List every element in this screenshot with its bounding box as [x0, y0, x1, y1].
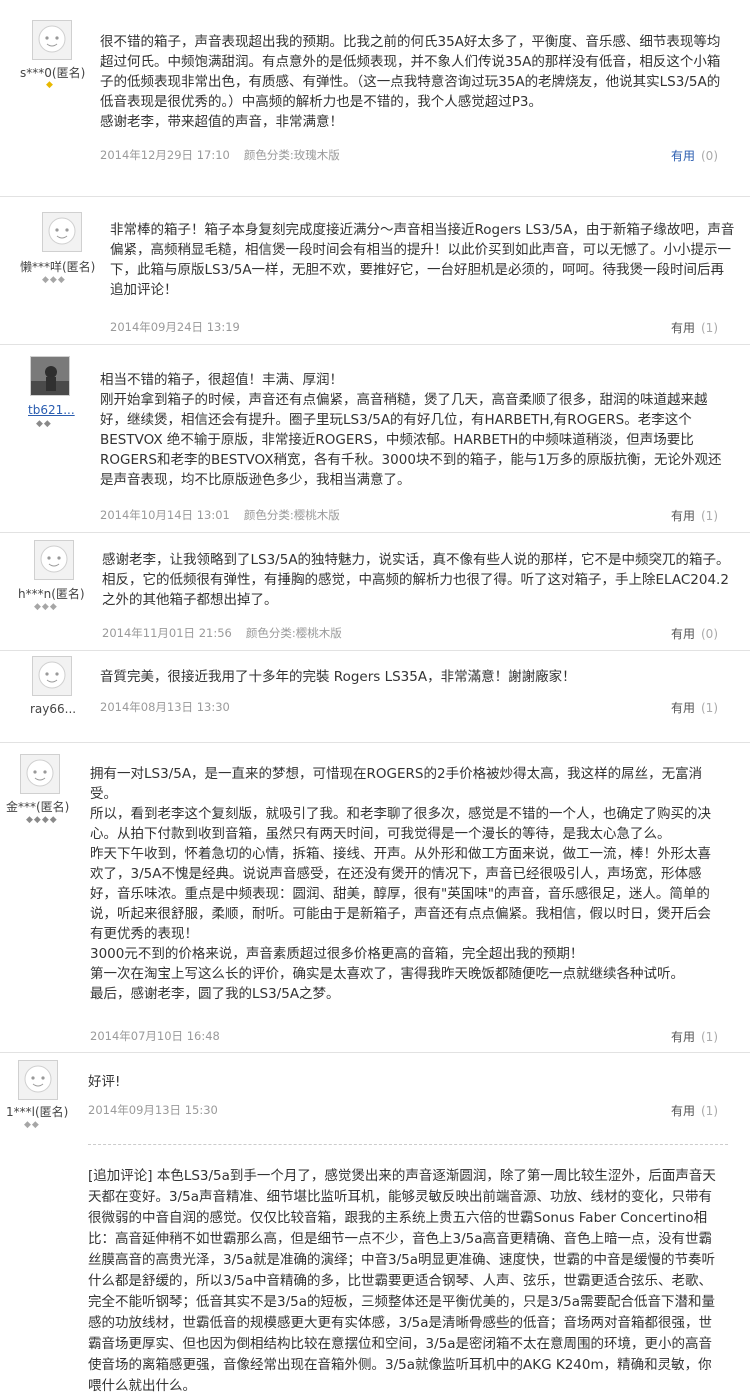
followup-text: [追加评论] 本色LS3/5a到手一个月了，感觉煲出来的声音逐渐圆润，除了第一周…	[88, 1168, 716, 1394]
default-avatar-icon	[24, 1065, 52, 1093]
review-paragraph: 非常棒的箱子！箱子本身复刻完成度接近满分～声音相当接近Rogers LS3/5A…	[110, 222, 735, 298]
username[interactable]: tb621...	[28, 403, 75, 417]
review-meta: 2014年08月13日 13:30	[100, 699, 230, 715]
review-text: 好评!	[88, 1072, 718, 1092]
user-photo-icon	[31, 357, 69, 395]
user-avatar[interactable]	[32, 20, 72, 60]
review-date: 2014年11月01日 21:56	[102, 626, 232, 640]
buyer-level-badge: ◆◆	[24, 1120, 40, 1130]
username[interactable]: h***n(匿名)	[18, 585, 85, 602]
default-avatar-icon	[48, 217, 76, 245]
user-avatar[interactable]	[20, 754, 60, 794]
review-paragraph: 好评!	[88, 1074, 121, 1090]
buyer-level-badge: ◆◆◆	[42, 275, 66, 285]
useful-label: 有用	[670, 149, 695, 163]
username[interactable]: 懒***咩(匿名)	[20, 258, 95, 275]
review-paragraph: 相当不错的箱子，很超值！丰满、厚润！	[100, 372, 343, 388]
username[interactable]: 金***(匿名)	[6, 798, 69, 815]
useful-count: (1)	[701, 1030, 718, 1044]
user-avatar[interactable]	[34, 540, 74, 580]
review-paragraph: 很不错的箱子，声音表现超出我的预期。比我之前的何氏35A好太多了，平衡度、音乐感…	[100, 34, 721, 110]
review-paragraph: 拥有一对LS3/5A，是一直来的梦想，可惜现在ROGERS的2手价格被炒得太高，…	[90, 766, 703, 802]
review-item: 懒***咩(匿名) ◆◆◆ 非常棒的箱子！箱子本身复刻完成度接近满分～声音相当接…	[0, 196, 750, 345]
buyer-level-badge: ◆◆	[36, 419, 52, 429]
followup-divider	[88, 1144, 728, 1145]
useful-label: 有用	[670, 627, 695, 641]
review-item: 金***(匿名) ◆◆◆◆ 拥有一对LS3/5A，是一直来的梦想，可惜现在ROG…	[0, 742, 750, 1053]
user-avatar[interactable]	[32, 656, 72, 696]
review-date: 2014年09月13日 15:30	[88, 1103, 218, 1117]
review-paragraph: 刚开始拿到箱子的时候，声音还有点偏紧，高音稍糙，煲了几天，高音柔顺了很多，甜润的…	[100, 392, 722, 488]
useful-button[interactable]: 有用 (1)	[671, 319, 718, 336]
review-meta: 2014年10月14日 13:01 颜色分类:樱桃木版	[100, 507, 340, 523]
review-text: 非常棒的箱子！箱子本身复刻完成度接近满分～声音相当接近Rogers LS3/5A…	[110, 220, 735, 300]
useful-label: 有用	[670, 321, 695, 335]
review-date: 2014年09月24日 13:19	[110, 320, 240, 334]
review-item: h***n(匿名) ◆◆◆ 感谢老李，让我领略到了LS3/5A的独特魅力，说实话…	[0, 532, 750, 651]
useful-count: (0)	[701, 149, 718, 163]
followup-comment: [追加评论] 本色LS3/5a到手一个月了，感觉煲出来的声音逐渐圆润，除了第一周…	[88, 1166, 720, 1397]
review-date: 2014年12月29日 17:10	[100, 148, 230, 162]
review-paragraph: 3000元不到的价格来说，声音素质超过很多价格更高的音箱，完全超出我的预期！	[90, 946, 584, 962]
buyer-level-badge: ◆◆◆◆	[26, 815, 58, 825]
review-paragraph: 最后，感谢老李，圆了我的LS3/5A之梦。	[90, 986, 340, 1002]
username[interactable]: s***0(匿名)	[20, 64, 85, 81]
review-date: 2014年10月14日 13:01	[100, 508, 230, 522]
useful-count: (1)	[701, 1104, 718, 1118]
useful-count: (0)	[701, 627, 718, 641]
review-text: 很不错的箱子，声音表现超出我的预期。比我之前的何氏35A好太多了，平衡度、音乐感…	[100, 32, 725, 132]
review-item: ray66... 音質完美，很接近我用了十多年的完裝 Rogers LS35A，…	[0, 650, 750, 743]
review-date: 2014年07月10日 16:48	[90, 1029, 220, 1043]
useful-label: 有用	[670, 701, 695, 715]
review-item: s***0(匿名) ◆ 很不错的箱子，声音表现超出我的预期。比我之前的何氏35A…	[0, 0, 750, 197]
review-text: 相当不错的箱子，很超值！丰满、厚润！ 刚开始拿到箱子的时候，声音还有点偏紧，高音…	[100, 370, 730, 490]
useful-label: 有用	[670, 509, 695, 523]
useful-button[interactable]: 有用 (0)	[671, 147, 718, 164]
review-meta: 2014年07月10日 16:48	[90, 1028, 220, 1044]
useful-count: (1)	[701, 509, 718, 523]
review-paragraph: 所以，看到老李这个复刻版，就吸引了我。和老李聊了很多次，感觉是不错的一个人，也确…	[90, 806, 711, 842]
default-avatar-icon	[38, 661, 66, 689]
product-variant: 颜色分类:樱桃木版	[245, 626, 342, 640]
useful-label: 有用	[670, 1030, 695, 1044]
review-meta: 2014年09月13日 15:30	[88, 1102, 218, 1118]
username[interactable]: 1***l(匿名)	[6, 1103, 68, 1120]
user-avatar[interactable]	[42, 212, 82, 252]
review-text: 拥有一对LS3/5A，是一直来的梦想，可惜现在ROGERS的2手价格被炒得太高，…	[90, 764, 722, 1004]
user-avatar[interactable]	[30, 356, 70, 396]
review-meta: 2014年12月29日 17:10 颜色分类:玫瑰木版	[100, 147, 340, 163]
useful-button[interactable]: 有用 (1)	[671, 699, 718, 716]
buyer-level-badge: ◆◆◆	[34, 602, 58, 612]
useful-button[interactable]: 有用 (1)	[671, 507, 718, 524]
review-paragraph: 第一次在淘宝上写这么长的评价，确实是太喜欢了，害得我昨天晚饭都随便吃一点就继续各…	[90, 966, 684, 982]
review-paragraph: 感谢老李，带来超值的声音，非常满意！	[100, 114, 343, 130]
product-variant: 颜色分类:玫瑰木版	[243, 148, 340, 162]
useful-label: 有用	[670, 1104, 695, 1118]
review-text: 感谢老李，让我领略到了LS3/5A的独特魅力，说实话，真不像有些人说的那样，它不…	[102, 550, 732, 610]
review-paragraph: 音質完美，很接近我用了十多年的完裝 Rogers LS35A，非常滿意！謝謝廠家…	[100, 669, 576, 685]
default-avatar-icon	[40, 545, 68, 573]
useful-count: (1)	[701, 701, 718, 715]
review-paragraph: 昨天下午收到，怀着急切的心情，拆箱、接线、开声。从外形和做工方面来说，做工一流，…	[90, 846, 711, 942]
default-avatar-icon	[38, 25, 66, 53]
review-meta: 2014年11月01日 21:56 颜色分类:樱桃木版	[102, 625, 342, 641]
review-text: 音質完美，很接近我用了十多年的完裝 Rogers LS35A，非常滿意！謝謝廠家…	[100, 667, 730, 687]
review-item: 1***l(匿名) ◆◆ 好评! 2014年09月13日 15:30 有用 (1)…	[0, 1052, 750, 1400]
review-paragraph: 感谢老李，让我领略到了LS3/5A的独特魅力，说实话，真不像有些人说的那样，它不…	[102, 552, 730, 608]
user-avatar[interactable]	[18, 1060, 58, 1100]
review-date: 2014年08月13日 13:30	[100, 700, 230, 714]
default-avatar-icon	[26, 759, 54, 787]
username[interactable]: ray66...	[30, 702, 76, 716]
buyer-level-badge: ◆	[46, 80, 54, 90]
review-meta: 2014年09月24日 13:19	[110, 319, 240, 335]
useful-button[interactable]: 有用 (1)	[671, 1028, 718, 1045]
review-item: tb621... ◆◆ 相当不错的箱子，很超值！丰满、厚润！ 刚开始拿到箱子的时…	[0, 344, 750, 533]
useful-count: (1)	[701, 321, 718, 335]
useful-button[interactable]: 有用 (0)	[671, 625, 718, 642]
product-variant: 颜色分类:樱桃木版	[243, 508, 340, 522]
useful-button[interactable]: 有用 (1)	[671, 1102, 718, 1119]
